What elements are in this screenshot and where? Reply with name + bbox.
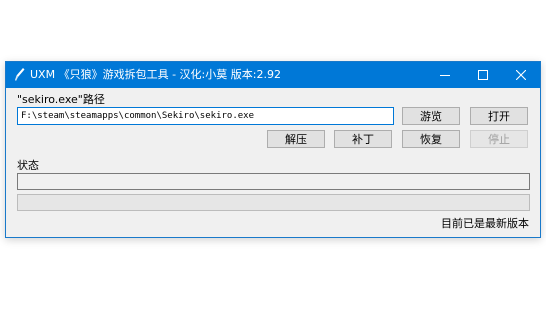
path-label: "sekiro.exe"路径	[17, 93, 105, 106]
title-bar[interactable]: UXM 《只狼》游戏拆包工具 - 汉化:小莫 版本:2.92	[6, 62, 540, 88]
minimize-button[interactable]	[426, 62, 464, 88]
patch-button[interactable]: 补丁	[334, 130, 392, 148]
window-title: UXM 《只狼》游戏拆包工具 - 汉化:小莫 版本:2.92	[30, 68, 281, 81]
app-window: UXM 《只狼》游戏拆包工具 - 汉化:小莫 版本:2.92 "sekiro.e…	[5, 61, 541, 238]
close-button[interactable]	[502, 62, 540, 88]
exe-path-input[interactable]	[17, 107, 394, 125]
browse-button[interactable]: 游览	[402, 107, 460, 125]
status-label: 状态	[17, 159, 39, 172]
unpack-button[interactable]: 解压	[267, 130, 325, 148]
open-button[interactable]: 打开	[470, 107, 528, 125]
stop-button[interactable]: 停止	[470, 130, 528, 148]
close-icon	[516, 70, 526, 80]
version-status-text: 目前已是最新版本	[441, 217, 529, 230]
maximize-button[interactable]	[464, 62, 502, 88]
status-textbox	[17, 173, 530, 190]
restore-button[interactable]: 恢复	[402, 130, 460, 148]
minimize-icon	[440, 75, 450, 76]
tool-icon	[15, 68, 25, 81]
progress-bar	[17, 194, 530, 211]
maximize-icon	[478, 70, 488, 80]
